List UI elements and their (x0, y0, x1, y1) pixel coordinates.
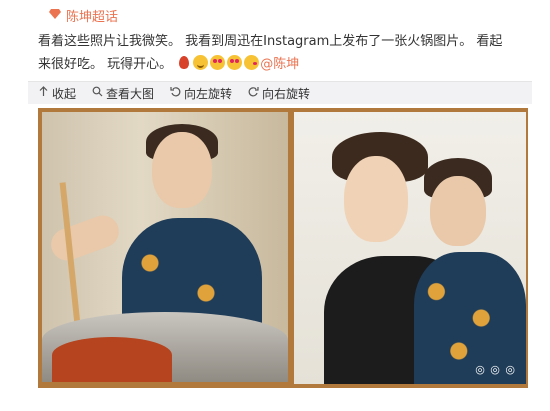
rotate-left-button[interactable]: 向左旋转 (170, 85, 232, 102)
photo-watermark: ◎ ◎ ◎ (475, 363, 516, 376)
collapse-label: 收起 (52, 86, 77, 101)
rotate-left-icon (170, 86, 181, 100)
fire-emoji-icon (177, 55, 191, 70)
post-body: 看着这些照片让我微笑。 我看到周迅在Instagram上发布了一张火锅图片。 看… (38, 30, 508, 76)
post-image[interactable]: ◎ ◎ ◎ (38, 108, 528, 388)
rotate-right-button[interactable]: 向右旋转 (248, 85, 310, 102)
hotpot-photo (42, 112, 288, 382)
collapse-button[interactable]: 收起 (38, 85, 76, 102)
rotate-left-label: 向左旋转 (184, 86, 233, 101)
arrow-up-icon (38, 86, 49, 100)
mention-link[interactable]: @陈坤 (260, 57, 299, 72)
view-large-label: 查看大图 (106, 86, 155, 101)
face (152, 132, 212, 208)
rotate-right-icon (248, 86, 259, 100)
selfie-photo: ◎ ◎ ◎ (294, 112, 526, 384)
face (430, 176, 486, 246)
rotate-right-label: 向右旋转 (262, 86, 311, 101)
woman-figure (414, 152, 526, 384)
face (344, 156, 408, 242)
spicy-broth (52, 337, 172, 382)
search-icon (92, 86, 103, 100)
view-large-button[interactable]: 查看大图 (92, 85, 154, 102)
heart-eyes-emoji-icon (210, 55, 226, 70)
super-topic-link[interactable]: 陈坤超话 (48, 6, 118, 25)
super-topic-label: 陈坤超话 (66, 10, 119, 25)
heart-eyes-emoji-icon (227, 55, 243, 70)
kiss-emoji-icon (244, 55, 260, 70)
woman-figure (112, 122, 262, 368)
hotpot (42, 312, 288, 382)
topic-diamond-icon (48, 7, 62, 25)
image-toolbar: 收起 查看大图 向左旋转 向右旋转 (28, 81, 532, 104)
smile-emoji-icon (193, 55, 209, 70)
